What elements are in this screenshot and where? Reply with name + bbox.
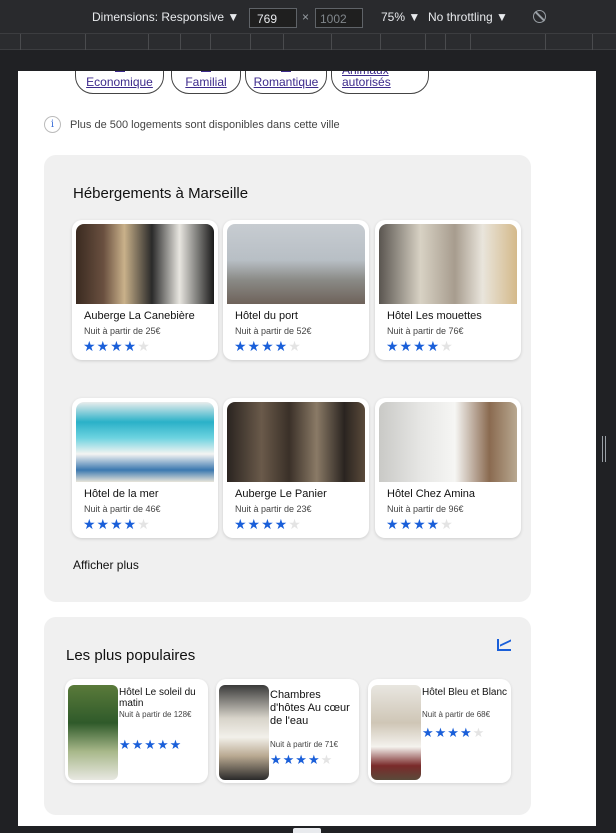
card-name: Hôtel Chez Amina	[387, 488, 476, 500]
star-rating: ★★★★★	[386, 339, 454, 355]
devtools-toolbar: Dimensions: Responsive ▼ 769 × 1002 75% …	[0, 0, 616, 33]
star-rating: ★★★★★	[386, 517, 454, 533]
filter-familial[interactable]: Familial	[171, 71, 241, 94]
star-rating: ★★★★★	[83, 339, 151, 355]
media-query-ruler[interactable]	[0, 33, 616, 50]
hotel-photo	[371, 685, 421, 780]
card-name: Hôtel Le soleil du matin	[119, 687, 196, 709]
accommodation-card[interactable]: Hôtel du port Nuit à partir de 52€ ★★★★★	[223, 220, 369, 360]
card-price: Nuit à partir de 128€	[119, 710, 192, 719]
times-sign: ×	[302, 10, 310, 24]
page-viewport: Economique Familial Romantique Animaux a…	[18, 71, 596, 826]
height-input[interactable]: 1002	[315, 8, 363, 28]
star-rating: ★★★★★	[234, 339, 302, 355]
bottom-resize-tab[interactable]	[293, 828, 321, 833]
availability-text: Plus de 500 logements sont disponibles d…	[70, 118, 340, 131]
card-name: Auberge La Canebière	[84, 310, 195, 322]
info-icon: i	[44, 116, 61, 133]
card-price: Nuit à partir de 52€	[235, 326, 312, 336]
hotel-photo	[227, 402, 365, 482]
hotel-photo	[219, 685, 269, 780]
star-rating: ★★★★★	[119, 738, 183, 753]
filter-animaux[interactable]: Animaux autorisés	[331, 71, 429, 94]
throttling-dropdown[interactable]: No throttling ▼	[428, 10, 508, 24]
star-rating: ★★★★★	[270, 753, 334, 768]
hotel-photo	[76, 224, 214, 304]
accommodations-title: Hébergements à Marseille	[73, 185, 249, 202]
dimensions-dropdown[interactable]: Dimensions: Responsive ▼	[92, 10, 239, 24]
card-name: Chambres d'hôtes Au cœur de l'eau	[270, 689, 350, 727]
popular-card[interactable]: Chambres d'hôtes Au cœur de l'eau Nuit à…	[216, 679, 359, 783]
popular-card[interactable]: Hôtel Bleu et Blanc Nuit à partir de 68€…	[368, 679, 511, 783]
star-rating: ★★★★★	[234, 517, 302, 533]
filter-romantique[interactable]: Romantique	[245, 71, 327, 94]
hotel-photo	[68, 685, 118, 780]
wallet-icon	[114, 71, 125, 72]
card-price: Nuit à partir de 96€	[387, 504, 464, 514]
star-rating: ★★★★★	[83, 517, 151, 533]
popular-title: Les plus populaires	[66, 647, 196, 664]
star-rating: ★★★★★	[422, 726, 486, 741]
accommodations-panel: Hébergements à Marseille Auberge La Cane…	[44, 155, 531, 602]
zoom-dropdown[interactable]: 75% ▼	[381, 10, 420, 24]
availability-info: i Plus de 500 logements sont disponibles…	[44, 116, 340, 133]
popular-card[interactable]: Hôtel Le soleil du matin Nuit à partir d…	[65, 679, 208, 783]
hotel-photo	[379, 224, 517, 304]
card-name: Auberge Le Panier	[235, 488, 327, 500]
accommodation-card[interactable]: Auberge Le Panier Nuit à partir de 23€ ★…	[223, 398, 369, 538]
card-price: Nuit à partir de 46€	[84, 504, 161, 514]
rotate-disabled-icon[interactable]	[533, 10, 546, 23]
card-price: Nuit à partir de 71€	[270, 740, 339, 749]
card-name: Hôtel Les mouettes	[387, 310, 482, 322]
width-input[interactable]: 769	[249, 8, 297, 28]
show-more-link[interactable]: Afficher plus	[73, 558, 139, 572]
card-price: Nuit à partir de 25€	[84, 326, 161, 336]
card-price: Nuit à partir de 23€	[235, 504, 312, 514]
card-name: Hôtel du port	[235, 310, 298, 322]
resize-handle[interactable]	[602, 436, 606, 462]
filter-economique[interactable]: Economique	[75, 71, 164, 94]
popular-panel: Les plus populaires Hôtel Le soleil du m…	[44, 617, 531, 815]
accommodation-card[interactable]: Hôtel Les mouettes Nuit à partir de 76€ …	[375, 220, 521, 360]
accommodation-card[interactable]: Hôtel de la mer Nuit à partir de 46€ ★★★…	[72, 398, 218, 538]
family-icon	[201, 71, 211, 72]
accommodation-card[interactable]: Hôtel Chez Amina Nuit à partir de 96€ ★★…	[375, 398, 521, 538]
hotel-photo	[227, 224, 365, 304]
chart-icon[interactable]	[497, 639, 511, 651]
card-name: Hôtel de la mer	[84, 488, 159, 500]
card-name: Hôtel Bleu et Blanc	[422, 687, 508, 698]
hotel-photo	[76, 402, 214, 482]
card-price: Nuit à partir de 76€	[387, 326, 464, 336]
hotel-photo	[379, 402, 517, 482]
card-price: Nuit à partir de 68€	[422, 710, 491, 719]
heart-icon	[281, 71, 291, 72]
accommodation-card[interactable]: Auberge La Canebière Nuit à partir de 25…	[72, 220, 218, 360]
